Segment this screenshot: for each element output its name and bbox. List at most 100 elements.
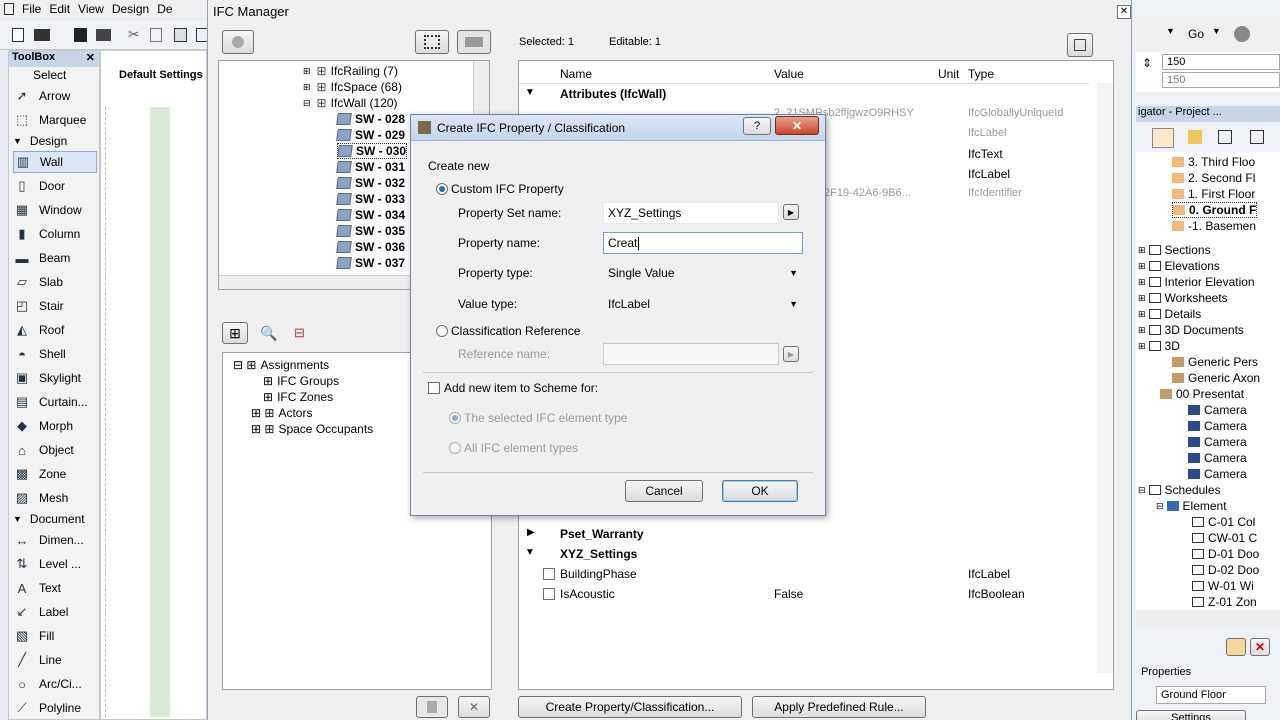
menu-edit[interactable]: Edit (49, 2, 70, 16)
nav-item[interactable]: ⊞ Sections (1138, 242, 1211, 258)
prop-checkbox[interactable] (543, 588, 555, 600)
chevron-down-icon[interactable]: ▼ (1166, 26, 1175, 36)
assignment-node[interactable]: ⊞ IFC Zones (263, 389, 333, 405)
design-section[interactable]: ▼ Design (13, 132, 67, 150)
story-item[interactable]: 2. Second Fl (1172, 170, 1255, 186)
tool-curtain[interactable]: ▤ Curtain... (13, 391, 97, 413)
cancel-button[interactable]: Cancel (625, 480, 703, 502)
schedule-item[interactable]: CW-01 C (1192, 530, 1257, 546)
wall-node[interactable]: SW - 036 (336, 239, 405, 255)
camera-item[interactable]: Camera (1188, 450, 1247, 466)
ok-button[interactable]: OK (722, 480, 798, 502)
schedule-item[interactable]: C-01 Col (1192, 514, 1255, 530)
wall-node[interactable]: SW - 029 (336, 127, 405, 143)
tree-node[interactable]: ⊞ ⊞ IfcRailing (7) (303, 63, 398, 79)
close-button[interactable]: ✕ (775, 116, 819, 135)
close-icon[interactable]: ✕ (1117, 5, 1131, 19)
wall-node[interactable]: SW - 037 (336, 255, 405, 271)
wall-node[interactable]: SW - 031 (336, 159, 405, 175)
search-icon[interactable]: 🔍 (260, 325, 277, 342)
tool-zone[interactable]: ▩ Zone (13, 463, 97, 485)
triangle-right-icon[interactable]: ▶ (527, 527, 535, 538)
story-item[interactable]: 3. Third Floo (1172, 154, 1255, 170)
nav-3d-item[interactable]: Generic Axon (1172, 370, 1260, 386)
tool-label[interactable]: ↙ Label (13, 601, 97, 623)
camera-item[interactable]: Camera (1188, 434, 1247, 450)
reference-name-field[interactable] (603, 343, 779, 365)
view-toggle-button[interactable] (1067, 33, 1093, 57)
print-icon[interactable] (96, 29, 111, 41)
reference-picker-button[interactable]: ▶ (783, 346, 799, 362)
project-map-icon[interactable] (1152, 128, 1174, 148)
tool-marquee[interactable]: ⬚ Marquee (13, 109, 97, 131)
assignment-node[interactable]: ⊞ IFC Groups (263, 373, 339, 389)
classification-radio[interactable] (436, 325, 448, 337)
property-type-select[interactable]: Single Value ▼ (603, 262, 803, 284)
tree-node[interactable]: ⊞ ⊞ IfcSpace (68) (303, 79, 402, 95)
wall-node[interactable]: SW - 035 (336, 223, 405, 239)
tree-icon[interactable]: ⊟ (294, 325, 305, 341)
assignment-node[interactable]: ⊞ ⊞ Actors (251, 405, 312, 421)
wall-node[interactable]: SW - 032 (336, 175, 405, 191)
schedule-item[interactable]: D-01 Doo (1192, 546, 1259, 562)
tool-stair[interactable]: ◰ Stair (13, 295, 97, 317)
globe-icon[interactable] (1234, 26, 1250, 42)
settings-button[interactable]: Settings (1136, 710, 1246, 720)
new-icon[interactable] (12, 28, 24, 42)
wall-node[interactable]: SW - 033 (336, 191, 405, 207)
schedules-item[interactable]: ⊟ Schedules (1138, 482, 1221, 498)
open-icon[interactable] (34, 29, 50, 41)
story-item[interactable]: 0. Ground F (1172, 202, 1258, 218)
layout-book-icon[interactable] (1218, 130, 1232, 144)
selected-type-radio[interactable] (449, 412, 461, 424)
wall-node[interactable]: SW - 034 (336, 207, 405, 223)
copy-icon[interactable] (150, 28, 162, 42)
triangle-down-icon[interactable]: ▼ (525, 87, 535, 98)
delete-view-button[interactable]: ✕ (1250, 638, 1270, 656)
tool-text[interactable]: A Text (13, 577, 97, 599)
camera-item[interactable]: Camera (1188, 466, 1247, 482)
tool-beam[interactable]: ▬ Beam (13, 247, 97, 269)
chevron-down-icon[interactable]: ▼ (1212, 26, 1221, 36)
hierarchy-button[interactable] (415, 30, 449, 54)
camera-item[interactable]: Camera (1188, 418, 1247, 434)
publisher-icon[interactable] (1250, 130, 1264, 144)
menu-design[interactable]: Design (112, 2, 149, 16)
schedule-item[interactable]: Z-01 Zon (1192, 594, 1257, 610)
tool-slab[interactable]: ▱ Slab (13, 271, 97, 293)
element-item[interactable]: ⊟ Element (1156, 498, 1227, 514)
tool-arcci[interactable]: ○ Arc/Ci... (13, 673, 97, 695)
nav-item[interactable]: ⊞ Details (1138, 306, 1201, 322)
tool-door[interactable]: ▯ Door (13, 175, 97, 197)
new-folder-button[interactable] (1226, 638, 1246, 656)
remove-button[interactable]: ✕ (458, 696, 490, 718)
tool-wall[interactable]: ▥ Wall (13, 151, 97, 173)
floor-field[interactable]: Ground Floor (1156, 686, 1266, 704)
nav-item[interactable]: ⊞ Interior Elevation (1138, 274, 1255, 290)
nav-3d-item[interactable]: Generic Pers (1172, 354, 1258, 370)
assignment-node[interactable]: ⊞ ⊞ Space Occupants (251, 421, 373, 437)
nav-hscrollbar[interactable] (1136, 610, 1280, 626)
menu-file[interactable]: File (22, 2, 41, 16)
schedule-item[interactable]: D-02 Doo (1192, 562, 1259, 578)
tree-node[interactable]: ⊟ ⊞ IfcWall (120) (303, 95, 398, 111)
assignment-node[interactable]: ⊟ ⊞ Assignments (233, 357, 329, 373)
pset-picker-button[interactable]: ▶ (783, 204, 799, 220)
close-icon[interactable]: ✕ (86, 51, 95, 64)
nav-item[interactable]: ⊞ 3D Documents (1138, 322, 1244, 338)
custom-property-radio[interactable] (436, 183, 448, 195)
view-map-icon[interactable] (1188, 130, 1202, 144)
cut-icon[interactable]: ✂ (128, 26, 140, 43)
tool-shell[interactable]: ◓ Shell (13, 343, 97, 365)
schedule-item[interactable]: W-01 Wi (1192, 578, 1254, 594)
apply-rule-button[interactable]: Apply Predefined Rule... (752, 696, 926, 718)
camera-item[interactable]: Camera (1188, 402, 1247, 418)
add-to-scheme-checkbox[interactable] (428, 382, 440, 394)
document-section[interactable]: ▼ Document (13, 510, 85, 528)
props-scrollbar[interactable] (1097, 83, 1113, 673)
nav-item[interactable]: ⊞ Elevations (1138, 258, 1220, 274)
tool-column[interactable]: ▮ Column (13, 223, 97, 245)
go-button[interactable]: Go (1188, 27, 1204, 41)
help-button[interactable]: ? (743, 117, 771, 135)
all-types-radio[interactable] (449, 442, 461, 454)
